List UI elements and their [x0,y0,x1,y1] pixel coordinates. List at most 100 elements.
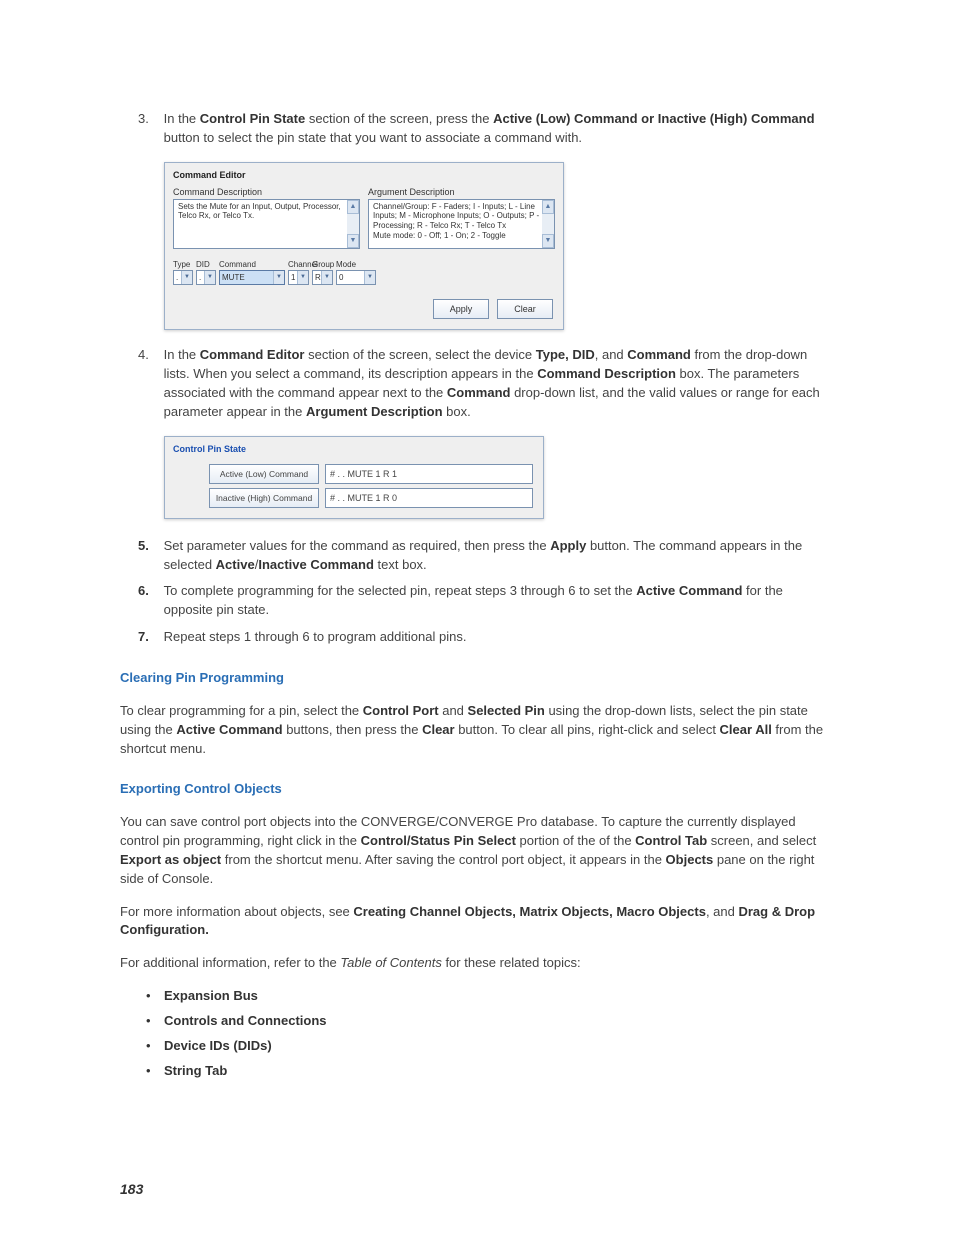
text-bold: Command Editor [200,347,305,362]
list-item: •Controls and Connections [164,1012,834,1031]
paragraph: For additional information, refer to the… [120,954,834,973]
group-dropdown[interactable]: R▼ [312,270,333,285]
label: Argument Description [368,186,555,199]
scroll-up-icon[interactable]: ▲ [542,200,554,214]
list-number: 4. [138,346,160,365]
text-bold: Clear All [720,722,772,737]
text-bold: Control Pin State [200,111,305,126]
text: section of the screen, select the device [305,347,536,362]
chevron-down-icon: ▼ [321,271,332,284]
text: portion of the of the [516,833,635,848]
textarea-content: Channel/Group: F - Faders; I - Inputs; L… [373,202,541,240]
command-description-textarea[interactable]: Sets the Mute for an Input, Output, Proc… [173,199,360,249]
bullet-icon: • [146,1062,164,1081]
chevron-down-icon: ▼ [364,271,375,284]
list-number: 6. [138,582,160,601]
list-item: •Device IDs (DIDs) [164,1037,834,1056]
text-bold: Inactive Command [258,557,374,572]
text: Set parameter values for the command as … [164,538,551,553]
clear-button[interactable]: Clear [497,299,553,319]
text-bold: Selected Pin [468,703,545,718]
text-bold: Apply [550,538,586,553]
argument-description-textarea[interactable]: Channel/Group: F - Faders; I - Inputs; L… [368,199,555,249]
scroll-down-icon[interactable]: ▼ [542,234,554,248]
paragraph: To clear programming for a pin, select t… [120,702,834,759]
text: , and [595,347,628,362]
did-dropdown[interactable]: .▼ [196,270,216,285]
text-bold: Type, DID [536,347,595,362]
list-item: •Expansion Bus [164,987,834,1006]
label: Command Description [173,186,360,199]
section-heading: Clearing Pin Programming [120,669,834,688]
text: To clear programming for a pin, select t… [120,703,363,718]
document-page: 3. In the Control Pin State section of t… [0,0,954,1235]
text-bold: Expansion Bus [164,988,258,1003]
bullet-icon: • [146,1037,164,1056]
text: In the [164,347,200,362]
type-dropdown[interactable]: .▼ [173,270,193,285]
channel-dropdown[interactable]: 1▼ [288,270,309,285]
scrollbar[interactable]: ▲ ▼ [347,200,359,248]
text: Repeat steps 1 through 6 to program addi… [164,629,467,644]
text: buttons, then press the [283,722,422,737]
text-bold: Active Command [176,722,282,737]
text: for these related topics: [442,955,581,970]
text-bold: Command Description [537,366,676,381]
paragraph: For more information about objects, see … [120,903,834,941]
text: To complete programming for the selected… [164,583,637,598]
list-item: 4. In the Command Editor section of the … [164,346,834,421]
text: text box. [374,557,427,572]
command-dropdown[interactable]: MUTE▼ [219,270,285,285]
mode-dropdown[interactable]: 0▼ [336,270,376,285]
list-item: 3. In the Control Pin State section of t… [164,110,834,148]
scroll-up-icon[interactable]: ▲ [347,200,359,214]
active-low-command-button[interactable]: Active (Low) Command [209,464,319,484]
panel-title: Control Pin State [165,437,543,462]
text: For more information about objects, see [120,904,353,919]
inactive-high-command-button[interactable]: Inactive (High) Command [209,488,319,508]
label: Mode [336,259,376,271]
text-bold: Controls and Connections [164,1013,327,1028]
label: Command [219,259,285,271]
text-bold: Device IDs (DIDs) [164,1038,272,1053]
text-bold: Command [447,385,511,400]
text-bold: Export as object [120,852,221,867]
text: , and [706,904,739,919]
text-bold: Control Tab [635,833,707,848]
paragraph: You can save control port objects into t… [120,813,834,888]
panel-title: Command Editor [165,163,563,186]
list-number: 3. [138,110,160,129]
text: button. To clear all pins, right-click a… [455,722,720,737]
active-command-field[interactable]: # . . MUTE 1 R 1 [325,464,533,484]
command-editor-screenshot: Command Editor Command Description Sets … [164,162,564,331]
list-item: 6. To complete programming for the selec… [164,582,834,620]
label: Type [173,259,193,271]
control-pin-state-screenshot: Control Pin State Active (Low) Command #… [164,436,544,519]
list-item: 7. Repeat steps 1 through 6 to program a… [164,628,834,647]
text: button to select the pin state that you … [164,130,582,145]
text: section of the screen, press the [305,111,493,126]
chevron-down-icon: ▼ [204,271,215,284]
label: Channel [288,259,309,271]
text-bold: Active [216,557,255,572]
text-bold: String Tab [164,1063,227,1078]
list-number: 7. [138,628,160,647]
text: screen, and select [707,833,816,848]
scrollbar[interactable]: ▲ ▼ [542,200,554,248]
list-item: •String Tab [164,1062,834,1081]
bullet-icon: • [146,1012,164,1031]
inactive-command-field[interactable]: # . . MUTE 1 R 0 [325,488,533,508]
text-bold: Clear [422,722,455,737]
text: For additional information, refer to the [120,955,340,970]
text: from the shortcut menu. After saving the… [221,852,665,867]
scroll-down-icon[interactable]: ▼ [347,234,359,248]
text-bold: Control Port [363,703,439,718]
apply-button[interactable]: Apply [433,299,489,319]
text: In the [164,111,200,126]
text-bold: Argument Description [306,404,443,419]
text-bold: Active (Low) Command or Inactive (High) … [493,111,814,126]
text-bold: Control/Status Pin Select [361,833,516,848]
chevron-down-icon: ▼ [181,271,192,284]
text-bold: Creating Channel Objects, Matrix Objects… [353,904,706,919]
text-bold: Objects [666,852,714,867]
